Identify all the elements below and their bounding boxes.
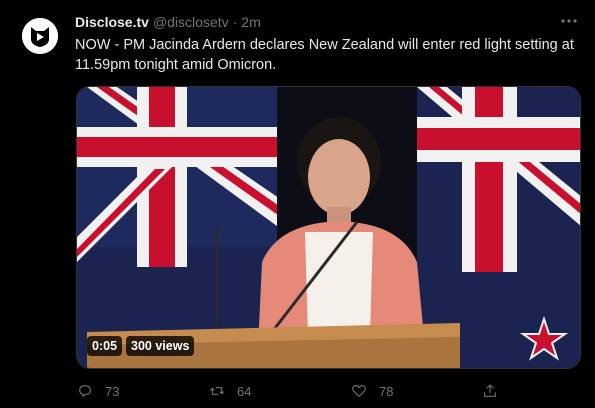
tweet-text: NOW - PM Jacinda Ardern declares New Zea… [75,37,574,73]
share-button[interactable] [482,380,498,402]
author-handle[interactable]: @disclosetv [153,14,229,30]
retweet-icon [209,387,225,395]
tweet-time[interactable]: 2m [241,14,260,30]
video-badges: 0:05 300 views [87,336,195,356]
retweet-count: 64 [237,383,252,399]
disclose-tv-logo-icon [22,18,58,54]
tweet-actions: 73 64 78 [75,380,555,402]
reply-icon [79,385,91,398]
more-options-button[interactable] [559,13,579,29]
more-options-icon [561,19,577,23]
video-player[interactable]: 0:05 300 views [76,86,581,369]
retweet-button[interactable]: 64 [209,380,251,402]
video-views: 300 views [126,336,195,356]
heart-icon [352,385,366,398]
tweet[interactable]: Disclose.tv @disclosetv · 2m NOW - PM Ja… [0,0,595,408]
tweet-header: Disclose.tv @disclosetv · 2m [75,13,261,31]
avatar[interactable] [22,18,58,54]
reply-button[interactable]: 73 [77,380,119,402]
share-icon [484,384,496,397]
reply-count: 73 [105,383,120,399]
video-thumbnail [77,87,580,368]
like-button[interactable]: 78 [351,380,393,402]
video-duration: 0:05 [87,336,123,356]
author-name[interactable]: Disclose.tv [75,14,149,30]
separator-dot: · [232,14,238,30]
like-count: 78 [379,383,394,399]
